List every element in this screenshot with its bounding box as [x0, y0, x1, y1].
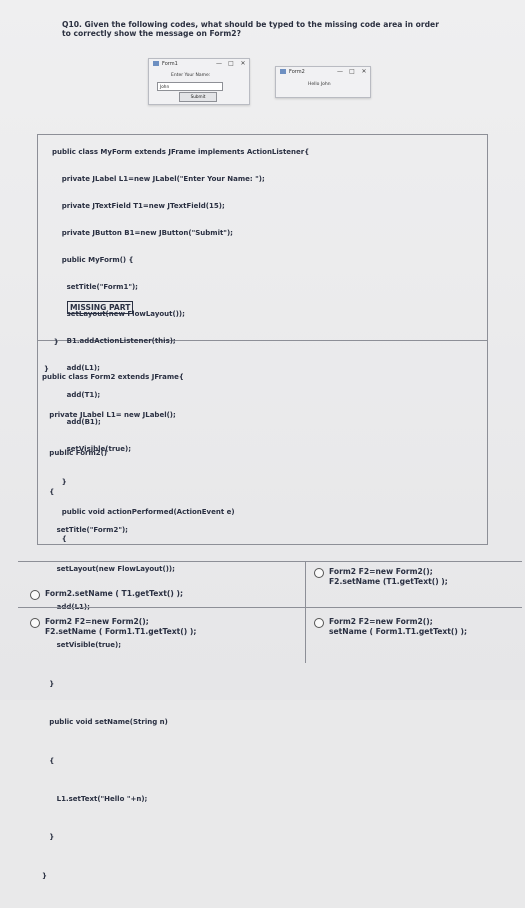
options-divider: [305, 562, 306, 663]
option-d-text: Form2 F2=new Form2(); setName ( Form1.T1…: [329, 617, 468, 636]
code-line: {: [42, 756, 55, 765]
maximize-icon[interactable]: □: [225, 60, 237, 67]
radio-button[interactable]: [30, 618, 40, 628]
code-line: {: [42, 487, 55, 496]
java-app-icon: [153, 61, 159, 66]
form2-titlebar: Form2 — □ ✕: [276, 67, 370, 76]
code-line: }: [42, 679, 55, 688]
option-d[interactable]: Form2 F2=new Form2(); setName ( Form1.T1…: [314, 617, 467, 637]
code-line: private JTextField T1=new JTextField(15)…: [52, 202, 225, 210]
option-c-text: Form2 F2=new Form2(); F2.setName ( Form1…: [45, 617, 197, 636]
code-line: private JLabel L1=new JLabel("Enter Your…: [52, 175, 265, 183]
option-b-text: Form2 F2=new Form2(); F2.setName (T1.get…: [329, 567, 448, 586]
submit-button[interactable]: Submit: [179, 92, 217, 102]
code-line: L1.setText("Hello "+n);: [42, 794, 148, 803]
form2-window: Form2 — □ ✕ Hello John: [275, 66, 371, 98]
option-c[interactable]: Form2 F2=new Form2(); F2.setName ( Form1…: [30, 617, 196, 637]
code-line: public void setName(String n): [42, 718, 168, 727]
code-line: public MyForm() {: [52, 256, 134, 264]
code-line: private JLabel L1= new JLabel();: [42, 410, 176, 419]
name-label: Enter Your Name:: [171, 73, 211, 78]
missing-part-label: MISSING PART: [67, 301, 134, 314]
answer-options: Form2.setName ( T1.getText() ); Form2 F2…: [18, 561, 522, 663]
code-line: setTitle("Form2");: [42, 526, 128, 535]
name-field[interactable]: John: [157, 82, 223, 91]
radio-button[interactable]: [30, 590, 40, 600]
form1-title: Form1: [162, 60, 178, 67]
form1-titlebar: Form1 — □ ✕: [149, 59, 249, 68]
code-line: }: [42, 871, 47, 880]
code-line: public class MyForm extends JFrame imple…: [52, 148, 310, 156]
option-b[interactable]: Form2 F2=new Form2(); F2.setName (T1.get…: [314, 567, 448, 587]
code-line: private JButton B1=new JButton("Submit")…: [52, 229, 233, 237]
minimize-icon[interactable]: —: [334, 68, 346, 75]
option-a[interactable]: Form2.setName ( T1.getText() );: [30, 589, 183, 600]
form2-title: Form2: [289, 68, 305, 75]
radio-button[interactable]: [314, 568, 324, 578]
options-divider: [18, 607, 522, 608]
radio-button[interactable]: [314, 618, 324, 628]
question-text: Q10. Given the following codes, what sho…: [62, 20, 439, 38]
option-a-text: Form2.setName ( T1.getText() );: [45, 589, 184, 598]
close-icon[interactable]: ✕: [237, 60, 249, 67]
hello-label: Hello John: [308, 82, 331, 87]
code-line: }: [42, 833, 55, 842]
page: Q10. Given the following codes, what sho…: [0, 0, 525, 880]
code-line: setTitle("Form1");: [52, 283, 138, 291]
code-line: public class Form2 extends JFrame{: [42, 372, 184, 381]
minimize-icon[interactable]: —: [213, 60, 225, 67]
maximize-icon[interactable]: □: [346, 68, 358, 75]
code-line: public Form2(): [42, 449, 108, 458]
java-app-icon: [280, 69, 286, 74]
form1-window: Form1 — □ ✕ Enter Your Name: John Submit: [148, 58, 250, 105]
close-icon[interactable]: ✕: [358, 68, 370, 75]
